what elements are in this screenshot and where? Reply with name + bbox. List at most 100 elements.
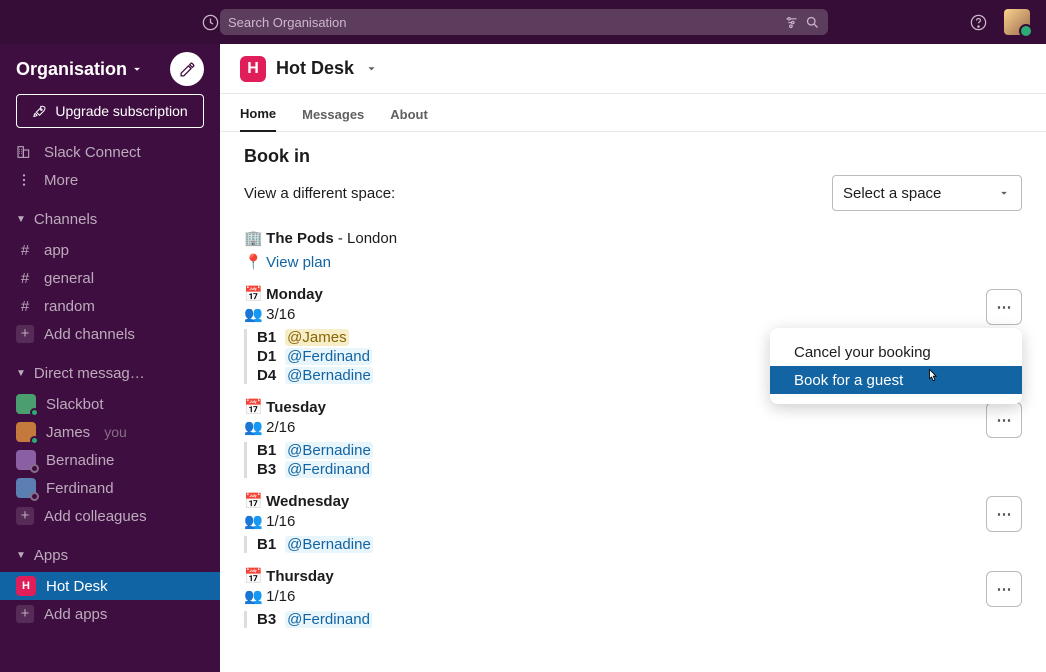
dm-name: James [46, 424, 90, 441]
user-mention[interactable]: @Bernadine [285, 442, 373, 459]
select-placeholder: Select a space [843, 185, 941, 202]
plus-icon: + [16, 605, 34, 623]
view-space-label: View a different space: [244, 185, 395, 202]
plus-icon: + [16, 507, 34, 525]
booking-list: B1 @Bernadine [244, 536, 1022, 553]
section-label: Channels [34, 211, 97, 228]
building-emoji: 🏢 [244, 229, 262, 247]
user-avatar [16, 478, 36, 498]
desk-slot: B3 [257, 611, 281, 628]
occupancy-count: 3/16 [266, 306, 295, 323]
book-for-guest-item[interactable]: Book for a guest [770, 366, 1022, 394]
user-avatar[interactable] [1004, 9, 1030, 35]
dm-item[interactable]: Ferdinand [0, 474, 220, 502]
chevron-down-icon[interactable] [364, 61, 379, 76]
nav-more[interactable]: More [0, 166, 220, 194]
user-avatar [16, 422, 36, 442]
booking-row: B1 @Bernadine [257, 442, 1022, 459]
day-block: 📅 Monday 👥 3/16 B1 @JamesD1 @FerdinandD4… [244, 285, 1022, 384]
space-select[interactable]: Select a space [832, 175, 1022, 211]
compose-button[interactable] [170, 52, 204, 86]
search-input[interactable]: Search Organisation [220, 9, 828, 35]
nav-label: Add channels [44, 326, 135, 343]
day-actions-button[interactable]: ⋯ [986, 496, 1022, 532]
desk-slot: D1 [257, 348, 281, 365]
add-apps[interactable]: + Add apps [0, 600, 220, 628]
people-emoji: 👥 [244, 512, 262, 530]
user-mention[interactable]: @Ferdinand [285, 348, 372, 365]
calendar-emoji: 📅 [244, 398, 262, 416]
desk-slot: B1 [257, 329, 281, 346]
calendar-emoji: 📅 [244, 492, 262, 510]
app-item[interactable]: HHot Desk [0, 572, 220, 600]
view-plan-link[interactable]: View plan [266, 254, 331, 271]
day-block: 📅 Thursday 👥 1/16 B3 @Ferdinand ⋯ [244, 567, 1022, 628]
building-icon [16, 144, 34, 160]
dm-item[interactable]: Slackbot [0, 390, 220, 418]
search-icon[interactable] [805, 15, 820, 30]
dm-name: Slackbot [46, 396, 104, 413]
user-avatar [16, 450, 36, 470]
channel-item[interactable]: #general [0, 264, 220, 292]
book-in-title: Book in [244, 146, 310, 167]
cancel-booking-item[interactable]: Cancel your booking [770, 338, 1022, 366]
upgrade-button[interactable]: Upgrade subscription [16, 94, 204, 128]
tab-home[interactable]: Home [240, 106, 276, 132]
nav-slack-connect[interactable]: Slack Connect [0, 138, 220, 166]
calendar-emoji: 📅 [244, 567, 262, 585]
hash-icon: # [16, 270, 34, 287]
pin-emoji: 📍 [244, 253, 262, 271]
user-mention[interactable]: @Bernadine [285, 367, 373, 384]
booking-actions-menu: Cancel your booking Book for a guest [770, 328, 1022, 404]
channel-item[interactable]: #random [0, 292, 220, 320]
add-colleagues[interactable]: + Add colleagues [0, 502, 220, 530]
upgrade-label: Upgrade subscription [55, 103, 187, 119]
help-icon[interactable] [969, 13, 988, 32]
presence-icon [30, 492, 39, 501]
filter-icon[interactable] [784, 15, 799, 30]
booking-row: B3 @Ferdinand [257, 461, 1022, 478]
day-actions-button[interactable]: ⋯ [986, 289, 1022, 325]
desk-slot: B1 [257, 536, 281, 553]
presence-icon [30, 464, 39, 473]
dm-name: Ferdinand [46, 480, 114, 497]
chevron-down-icon [997, 186, 1011, 200]
section-apps[interactable]: ▼ Apps [0, 538, 220, 572]
people-emoji: 👥 [244, 305, 262, 323]
user-mention[interactable]: @James [285, 329, 348, 346]
dm-item[interactable]: Bernadine [0, 446, 220, 474]
history-icon[interactable] [201, 13, 220, 32]
occupancy-count: 1/16 [266, 588, 295, 605]
plus-icon: + [16, 325, 34, 343]
app-name: Hot Desk [46, 578, 108, 595]
rocket-icon [32, 104, 47, 119]
workspace-switcher[interactable]: Organisation [0, 44, 220, 94]
day-block: 📅 Tuesday 👥 2/16 B1 @BernadineB3 @Ferdin… [244, 398, 1022, 478]
dm-item[interactable]: Jamesyou [0, 418, 220, 446]
user-mention[interactable]: @Bernadine [285, 536, 373, 553]
tab-messages[interactable]: Messages [302, 107, 364, 131]
booking-row: B3 @Ferdinand [257, 611, 1022, 628]
day-actions-button[interactable]: ⋯ [986, 402, 1022, 438]
nav-label: Add apps [44, 606, 107, 623]
main-content: H Hot Desk Home Messages About Book in V… [220, 44, 1046, 672]
hash-icon: # [16, 242, 34, 259]
tab-about[interactable]: About [390, 107, 428, 131]
workspace-name: Organisation [16, 59, 127, 80]
people-emoji: 👥 [244, 587, 262, 605]
day-name: Monday [266, 286, 323, 303]
nav-label: Add colleagues [44, 508, 147, 525]
channel-item[interactable]: #app [0, 236, 220, 264]
section-channels[interactable]: ▼ Channels [0, 202, 220, 236]
channel-name: random [44, 298, 95, 315]
add-channels[interactable]: + Add channels [0, 320, 220, 348]
space-block: 🏢 The Pods - London 📍 View plan [244, 229, 1022, 271]
more-icon [16, 172, 34, 188]
caret-icon: ▼ [16, 550, 26, 561]
caret-icon: ▼ [16, 368, 26, 379]
sidebar: Organisation Upgrade subscription Slack … [0, 44, 220, 672]
section-dms[interactable]: ▼ Direct messag… [0, 356, 220, 390]
day-actions-button[interactable]: ⋯ [986, 571, 1022, 607]
user-mention[interactable]: @Ferdinand [285, 461, 372, 478]
user-mention[interactable]: @Ferdinand [285, 611, 372, 628]
